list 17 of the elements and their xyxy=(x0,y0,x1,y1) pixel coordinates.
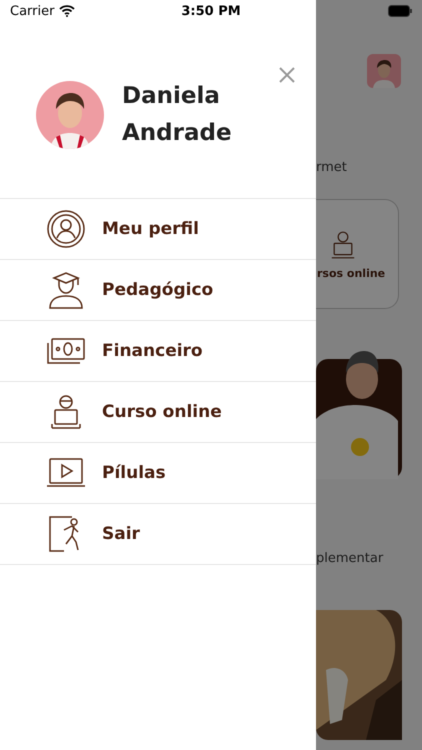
menu-item[interactable]: Pedagógico xyxy=(102,280,214,300)
menu-item[interactable]: Sair xyxy=(102,524,140,544)
course-card[interactable]: rsos online xyxy=(316,199,399,309)
section-heading: rmet xyxy=(316,160,347,175)
close-icon[interactable] xyxy=(278,66,296,84)
wifi-icon xyxy=(59,5,76,17)
menu-item[interactable]: Pílulas xyxy=(102,463,166,483)
menu-item[interactable]: Curso online xyxy=(102,402,222,422)
user-name: Daniela Andrade xyxy=(122,82,233,148)
profile-icon xyxy=(46,209,86,249)
battery-icon xyxy=(388,5,412,17)
menu-item[interactable]: Financeiro xyxy=(102,341,203,361)
menu-item[interactable]: Meu perfil xyxy=(102,219,199,239)
carrier-label: Carrier xyxy=(10,4,54,18)
card-label: rsos online xyxy=(317,266,386,280)
status-time: 3:50 PM xyxy=(181,4,241,18)
section-heading: plementar xyxy=(316,551,384,566)
